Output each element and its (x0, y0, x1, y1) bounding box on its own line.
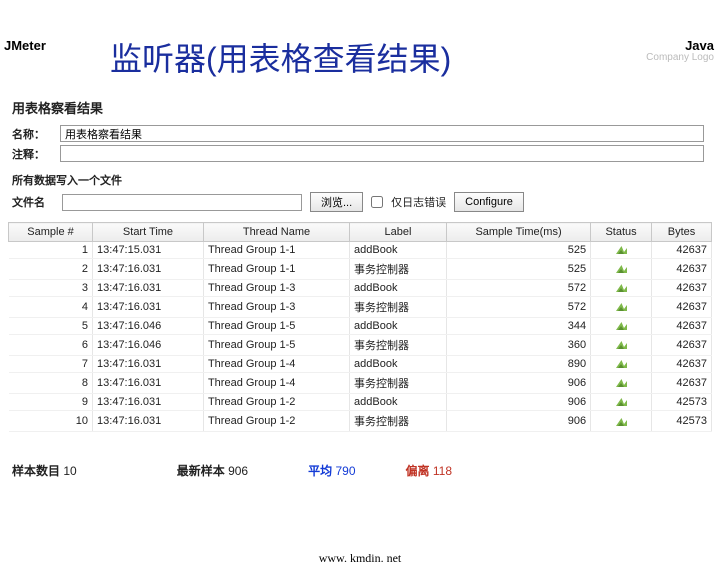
avg-value: 790 (335, 464, 355, 478)
latest-label: 最新样本 (177, 464, 225, 478)
write-all-label: 所有数据写入一个文件 (12, 172, 712, 188)
app-name: JMeter (4, 38, 46, 53)
table-row[interactable]: 513:47:16.046Thread Group 1-5addBook3444… (9, 318, 712, 335)
table-row[interactable]: 913:47:16.031Thread Group 1-2addBook9064… (9, 394, 712, 411)
dev-value: 118 (433, 464, 452, 478)
file-label: 文件名 (12, 194, 54, 210)
status-ok-icon (615, 396, 627, 408)
status-ok-icon (615, 263, 627, 275)
table-row[interactable]: 213:47:16.031Thread Group 1-1事务控制器525426… (9, 259, 712, 280)
table-row[interactable]: 813:47:16.031Thread Group 1-4事务控制器906426… (9, 373, 712, 394)
status-ok-icon (615, 415, 627, 427)
col-header[interactable]: Sample Time(ms) (446, 223, 590, 242)
company-logo: Company Logo (646, 52, 714, 63)
status-ok-icon (615, 282, 627, 294)
name-field[interactable] (60, 125, 704, 142)
status-ok-icon (615, 320, 627, 332)
language-label: Java (685, 38, 714, 53)
status-ok-icon (615, 377, 627, 389)
status-ok-icon (615, 244, 627, 256)
table-row[interactable]: 313:47:16.031Thread Group 1-3addBook5724… (9, 280, 712, 297)
footer-url: www. kmdin. net (0, 551, 720, 566)
dev-label: 偏离 (406, 464, 430, 478)
name-label: 名称： (12, 126, 54, 142)
table-row[interactable]: 1013:47:16.031Thread Group 1-2事务控制器90642… (9, 411, 712, 432)
comment-label: 注释： (12, 146, 54, 162)
filename-field[interactable] (62, 194, 302, 211)
table-row[interactable]: 613:47:16.046Thread Group 1-5事务控制器360426… (9, 335, 712, 356)
table-row[interactable]: 413:47:16.031Thread Group 1-3事务控制器572426… (9, 297, 712, 318)
col-header[interactable]: Start Time (93, 223, 204, 242)
panel-heading: 用表格察看结果 (12, 98, 712, 117)
col-header[interactable]: Bytes (651, 223, 711, 242)
col-header[interactable]: Sample # (9, 223, 93, 242)
summary-bar: 样本数目 10 最新样本 906 平均 790 偏离 118 (12, 462, 712, 479)
col-header[interactable]: Thread Name (203, 223, 349, 242)
count-value: 10 (63, 464, 76, 478)
table-row[interactable]: 113:47:15.031Thread Group 1-1addBook5254… (9, 242, 712, 259)
browse-button[interactable]: 浏览... (310, 192, 363, 212)
status-ok-icon (615, 301, 627, 313)
slide-title: 监听器(用表格查看结果) (110, 34, 720, 80)
avg-label: 平均 (308, 464, 332, 478)
col-header[interactable]: Label (350, 223, 447, 242)
results-panel: 用表格察看结果 名称： 注释： 所有数据写入一个文件 文件名 浏览... 仅日志… (8, 98, 712, 479)
status-ok-icon (615, 358, 627, 370)
col-header[interactable]: Status (591, 223, 652, 242)
table-row[interactable]: 713:47:16.031Thread Group 1-4addBook8904… (9, 356, 712, 373)
comment-field[interactable] (60, 145, 704, 162)
count-label: 样本数目 (12, 464, 60, 478)
latest-value: 906 (228, 464, 248, 478)
log-errors-label: 仅日志错误 (391, 194, 446, 210)
results-table: Sample #Start TimeThread NameLabelSample… (8, 222, 712, 432)
configure-button[interactable]: Configure (454, 192, 524, 212)
log-errors-checkbox[interactable] (371, 196, 383, 208)
status-ok-icon (615, 339, 627, 351)
